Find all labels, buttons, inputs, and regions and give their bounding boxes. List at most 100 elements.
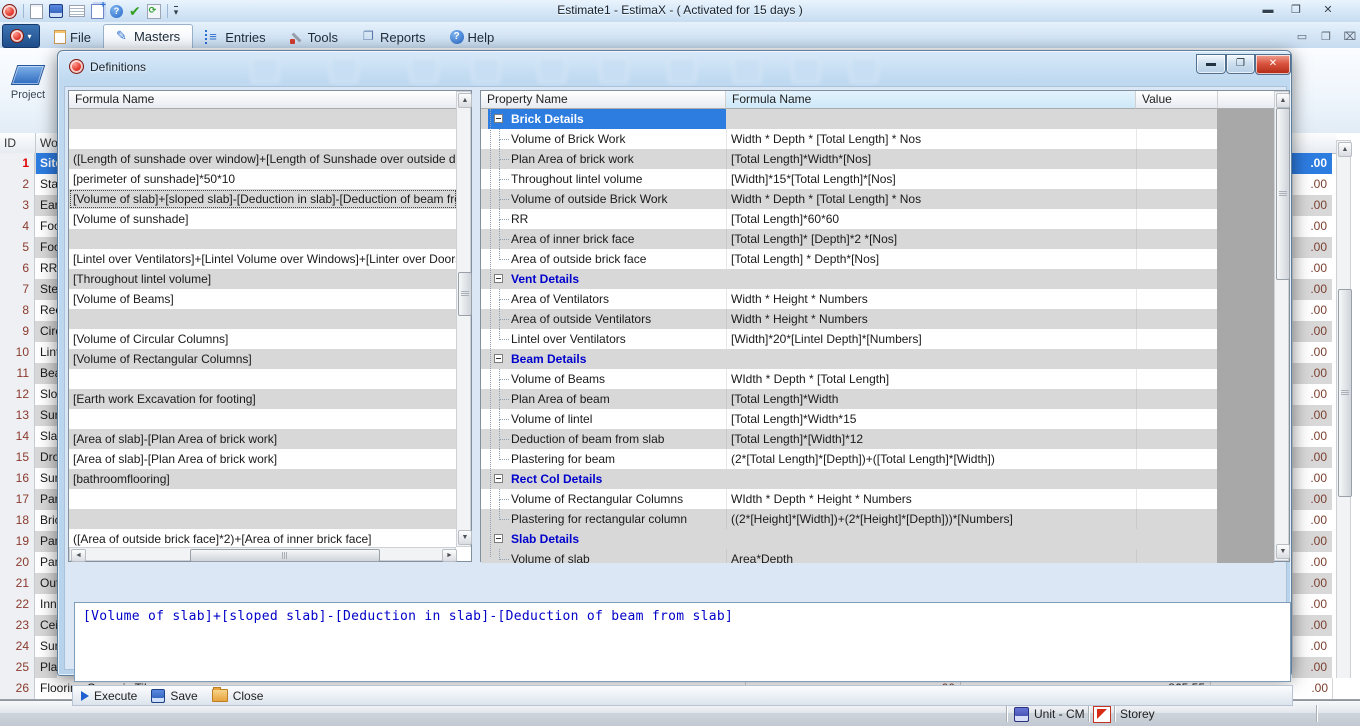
formula-list-horizontal-scrollbar[interactable]: ◄ ► (69, 547, 457, 562)
dialog-title-bar[interactable]: Definitions (69, 59, 146, 74)
formula-list-item[interactable]: [Area of slab]-[Plan Area of brick work] (69, 429, 457, 449)
worksheet-vertical-scrollbar[interactable]: ▲ ▼ (1336, 140, 1352, 698)
definition-row[interactable]: Volume of Beams WIdth * Depth * [Total Le… (481, 369, 1217, 389)
worksheet-row[interactable]: 17 Pane (0, 489, 57, 510)
minimize-button[interactable]: ▬ (1256, 2, 1280, 18)
collapse-icon[interactable] (494, 354, 503, 363)
worksheet-row[interactable]: 16 Suns (0, 468, 57, 489)
definition-row[interactable]: Volume of Brick Work Width * Depth * [Tot… (481, 129, 1217, 149)
formula-list-item[interactable] (69, 509, 457, 529)
scrollbar-thumb[interactable] (190, 549, 380, 562)
definition-row[interactable]: Volume of Rectangular Columns WIdth * Dep… (481, 489, 1217, 509)
worksheet-row[interactable]: 9 Circu (0, 321, 57, 342)
definition-group-row[interactable]: Beam Details (481, 349, 1217, 369)
amount-cell[interactable]: .00 (1292, 300, 1332, 321)
formula-list-item[interactable]: [Earth work Excavation for footing] (69, 389, 457, 409)
formula-list-item[interactable]: [bathroomflooring] (69, 469, 457, 489)
application-menu-button[interactable]: ▾ (2, 24, 40, 48)
tab-reports[interactable]: Reports (350, 26, 438, 48)
formula-list-item[interactable]: ([Area of outside brick face]*2)+[Area o… (69, 529, 457, 549)
formula-list-item[interactable]: [perimeter of sunshade]*50*10 (69, 169, 457, 189)
amount-cell[interactable]: .00 (1292, 342, 1332, 363)
dialog-restore-button[interactable]: ❐ (1226, 54, 1255, 74)
collapse-icon[interactable] (494, 474, 503, 483)
formula-editor[interactable]: [Volume of slab]+[sloped slab]-[Deductio… (74, 602, 1291, 682)
collapse-icon[interactable] (494, 274, 503, 283)
child-close-icon[interactable]: ⌧ (1342, 30, 1358, 44)
dialog-minimize-button[interactable]: ▬ (1196, 54, 1226, 74)
save-button[interactable]: Save (151, 688, 198, 703)
scroll-down-arrow[interactable]: ▼ (1276, 544, 1290, 559)
formula-list-item[interactable]: [Volume of sunshade] (69, 209, 457, 229)
unit-indicator[interactable]: Unit - CM (1034, 707, 1085, 721)
amount-cell[interactable]: .00 (1292, 615, 1332, 636)
close-button[interactable]: Close (211, 687, 263, 703)
amount-cell[interactable]: .00 (1292, 489, 1332, 510)
amount-cell[interactable]: .00 (1292, 195, 1332, 216)
close-button[interactable]: ✕ (1314, 2, 1342, 18)
formula-list-item[interactable] (69, 309, 457, 329)
definition-group-row[interactable]: Rect Col Details (481, 469, 1217, 489)
amount-cell[interactable]: .00 (1292, 468, 1332, 489)
formula-list-item[interactable] (69, 409, 457, 429)
definition-row[interactable]: Throughout lintel volume [Width]*15*[Tota… (481, 169, 1217, 189)
definition-row[interactable]: Area of inner brick face [Total Length]* … (481, 229, 1217, 249)
value-column-header[interactable]: Value (1136, 91, 1218, 109)
amount-cell[interactable]: .00 (1292, 153, 1332, 174)
collapse-icon[interactable] (494, 534, 503, 543)
definition-row[interactable]: Volume of outside Brick Work Width * Dept… (481, 189, 1217, 209)
formula-list-vertical-scrollbar[interactable]: ▲ ▼ (456, 91, 472, 547)
scrollbar-thumb[interactable] (1338, 289, 1352, 497)
tab-entries[interactable]: Entries (193, 26, 277, 48)
worksheet-row[interactable]: 22 Inne (0, 594, 57, 615)
definition-group-row[interactable]: Brick Details (481, 109, 1217, 129)
execute-button[interactable]: Execute (81, 689, 137, 703)
amount-cell[interactable]: .00 (1292, 237, 1332, 258)
worksheet-row[interactable]: 10 Lintl (0, 342, 57, 363)
worksheet-row[interactable]: 13 Suns (0, 405, 57, 426)
restore-button[interactable]: ❐ (1284, 2, 1308, 18)
amount-cell[interactable]: .00 (1292, 531, 1332, 552)
formula-list-item[interactable]: ([Length of sunshade over window]+[Lengt… (69, 149, 457, 169)
definition-row[interactable]: Area of Ventilators Width * Height * Numb… (481, 289, 1217, 309)
formula-list-item[interactable]: [Volume of slab]+[sloped slab]-[Deductio… (69, 189, 457, 209)
worksheet-row[interactable]: 20 Pane (0, 552, 57, 573)
worksheet-row[interactable]: 1Site (0, 153, 57, 174)
tab-masters[interactable]: Masters (102, 24, 194, 48)
amount-cell[interactable]: .00 (1292, 657, 1332, 678)
worksheet-row[interactable]: 18 Brick (0, 510, 57, 531)
amount-cell[interactable]: .00 (1292, 405, 1332, 426)
property-name-column-header[interactable]: Property Name (481, 91, 726, 109)
definition-row[interactable]: Plastering for rectangular column ((2*[He… (481, 509, 1217, 529)
scrollbar-thumb[interactable] (1276, 108, 1290, 280)
definition-row[interactable]: Lintel over Ventilators [Width]*20*[Linte… (481, 329, 1217, 349)
amount-cell[interactable]: .00 (1292, 426, 1332, 447)
worksheet-row[interactable]: 11 Bear (0, 363, 57, 384)
worksheet-row[interactable]: 24 Suns (0, 636, 57, 657)
formula-list-item[interactable]: [Lintel over Ventilators]+[Lintel Volume… (69, 249, 457, 269)
scroll-up-arrow[interactable]: ▲ (1338, 142, 1352, 157)
formula-list-item[interactable] (69, 369, 457, 389)
amount-cell[interactable]: .00 (1292, 363, 1332, 384)
tab-file[interactable]: File (42, 26, 103, 48)
collapse-icon[interactable] (494, 114, 503, 123)
worksheet-row[interactable]: 19 Pane (0, 531, 57, 552)
formula-name-column-header[interactable]: Formula Name (726, 91, 1136, 109)
formula-list-item[interactable] (69, 129, 457, 149)
worksheet-row[interactable]: 2 Stair (0, 174, 57, 195)
formula-name-column-header[interactable]: Formula Name (69, 91, 457, 109)
tab-tools[interactable]: Tools (278, 26, 350, 48)
amount-cell[interactable]: .00 (1292, 594, 1332, 615)
dialog-close-button[interactable]: ✕ (1255, 54, 1291, 75)
definition-row[interactable]: Plan Area of beam [Total Length]*Width (481, 389, 1217, 409)
worksheet-row[interactable]: 14 Slab (0, 426, 57, 447)
worksheet-row[interactable]: 7 Stee (0, 279, 57, 300)
definition-group-row[interactable]: Vent Details (481, 269, 1217, 289)
worksheet-row[interactable]: 8 Rect (0, 300, 57, 321)
scroll-right-arrow[interactable]: ► (442, 549, 457, 562)
worksheet-row[interactable]: 23 Ceili (0, 615, 57, 636)
scroll-left-arrow[interactable]: ◄ (71, 549, 86, 562)
scroll-up-arrow[interactable]: ▲ (458, 93, 472, 108)
amount-cell[interactable]: .00 (1292, 321, 1332, 342)
amount-cell[interactable]: .00 (1292, 216, 1332, 237)
